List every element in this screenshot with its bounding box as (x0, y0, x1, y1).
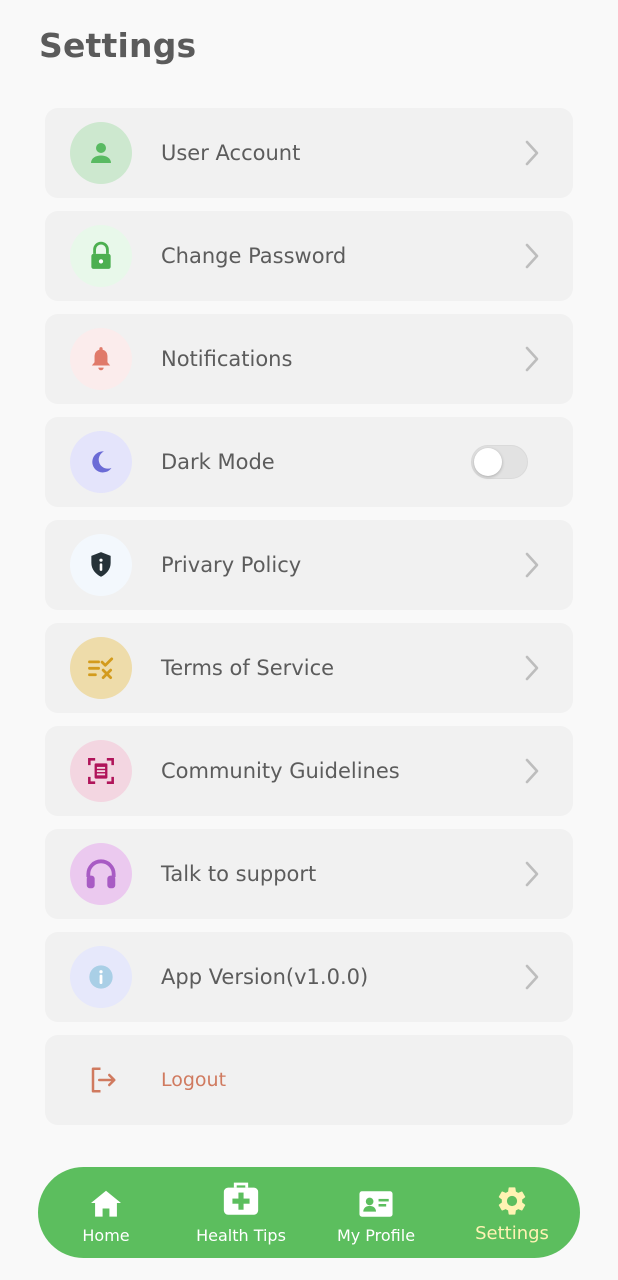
id-card-icon (358, 1184, 394, 1218)
settings-item-user-account[interactable]: User Account (45, 108, 573, 198)
settings-item-label: User Account (161, 141, 301, 165)
nav-item-home[interactable]: Home (46, 1167, 166, 1258)
settings-list: User Account Change Password Notificatio… (45, 108, 573, 1138)
person-icon (70, 122, 132, 184)
settings-item-label: Talk to support (161, 862, 317, 886)
nav-item-settings[interactable]: Settings (452, 1167, 572, 1258)
gear-icon (495, 1184, 529, 1218)
toggle-knob (474, 448, 502, 476)
moon-icon (70, 431, 132, 493)
nav-label: Health Tips (196, 1226, 286, 1245)
nav-label: Settings (475, 1223, 549, 1244)
logout-icon (91, 1067, 116, 1093)
chevron-right-icon (525, 346, 539, 372)
nav-label: Home (82, 1226, 130, 1245)
chevron-right-icon (525, 140, 539, 166)
document-scan-icon (70, 740, 132, 802)
nav-item-my-profile[interactable]: My Profile (316, 1167, 436, 1258)
settings-item-terms-of-service[interactable]: Terms of Service (45, 623, 573, 713)
settings-item-label: Community Guidelines (161, 759, 400, 783)
logout-label: Logout (161, 1069, 227, 1091)
medical-kit-icon (221, 1182, 261, 1218)
logout-button[interactable]: Logout (45, 1035, 573, 1125)
settings-item-label: Dark Mode (161, 450, 275, 474)
chevron-right-icon (525, 655, 539, 681)
home-icon (89, 1184, 123, 1218)
settings-item-label: Change Password (161, 244, 347, 268)
settings-item-dark-mode: Dark Mode (45, 417, 573, 507)
lock-icon (70, 225, 132, 287)
info-icon (70, 946, 132, 1008)
settings-item-app-version[interactable]: App Version(v1.0.0) (45, 932, 573, 1022)
bottom-navigation: Home Health Tips My Profile Settings (38, 1167, 580, 1258)
checklist-icon (70, 637, 132, 699)
chevron-right-icon (525, 758, 539, 784)
chevron-right-icon (525, 861, 539, 887)
settings-item-change-password[interactable]: Change Password (45, 211, 573, 301)
dark-mode-toggle[interactable] (471, 445, 528, 479)
nav-label: My Profile (336, 1226, 416, 1245)
chevron-right-icon (525, 243, 539, 269)
settings-item-notifications[interactable]: Notifications (45, 314, 573, 404)
settings-item-talk-to-support[interactable]: Talk to support (45, 829, 573, 919)
settings-item-privacy-policy[interactable]: Privary Policy (45, 520, 573, 610)
chevron-right-icon (525, 964, 539, 990)
settings-item-label: Terms of Service (161, 656, 335, 680)
page-title: Settings (39, 26, 197, 65)
headset-icon (70, 843, 132, 905)
settings-item-community-guidelines[interactable]: Community Guidelines (45, 726, 573, 816)
settings-item-label: App Version(v1.0.0) (161, 965, 369, 989)
chevron-right-icon (525, 552, 539, 578)
bell-icon (70, 328, 132, 390)
shield-icon (70, 534, 132, 596)
settings-item-label: Privary Policy (161, 553, 302, 577)
settings-item-label: Notifications (161, 347, 293, 371)
nav-item-health-tips[interactable]: Health Tips (181, 1167, 301, 1258)
